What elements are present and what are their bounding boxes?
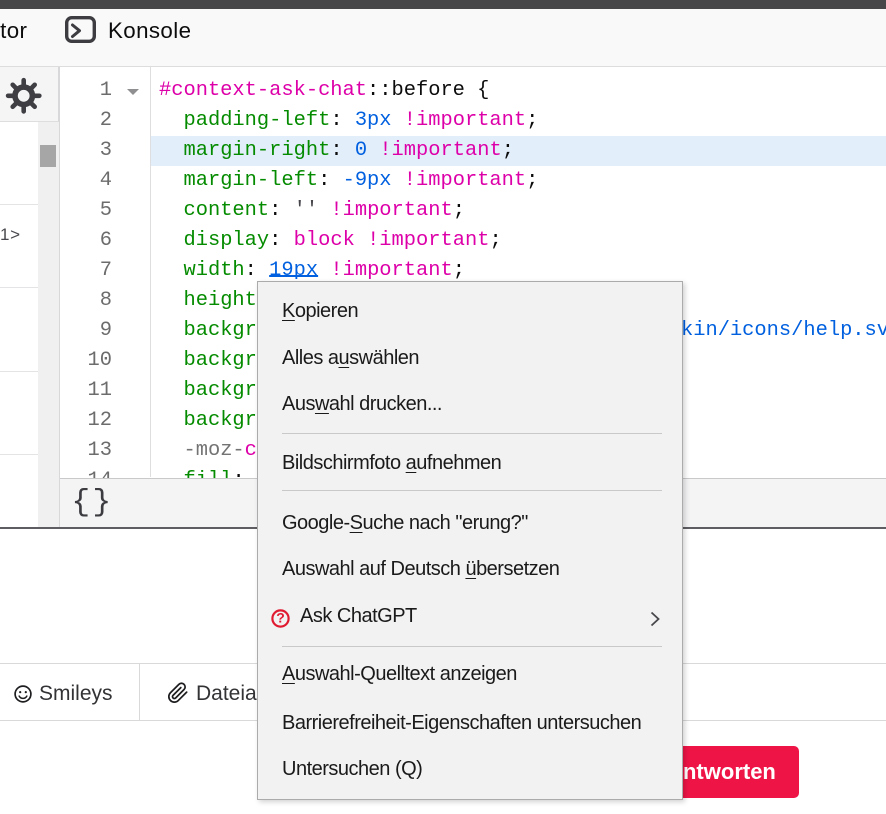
svg-text:?: ? bbox=[276, 610, 285, 626]
